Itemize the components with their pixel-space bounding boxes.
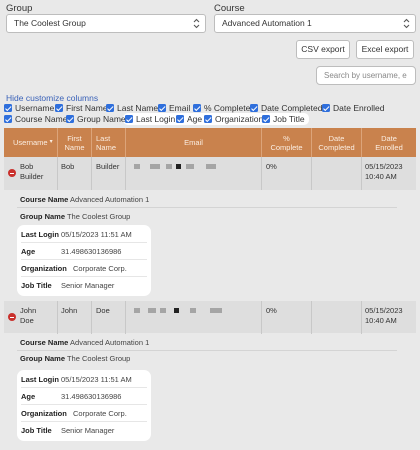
checkbox-checked-icon[interactable] <box>322 104 330 112</box>
course-select-value: Advanced Automation 1 <box>222 18 312 28</box>
detail-card: Last Login 05/15/2023 11:51 AM Age 31.4986… <box>17 225 151 296</box>
chevron-updown-icon <box>193 18 200 29</box>
detail-group-name: Group Name The Coolest Group <box>20 354 131 363</box>
csv-export-button[interactable]: CSV export <box>296 40 350 59</box>
cell-date-enrolled: 05/15/2023 10:40 AM <box>365 162 403 181</box>
cell-username: Bob Builder <box>18 157 58 190</box>
remove-row-icon[interactable] <box>8 169 16 177</box>
table-row: John Doe John Doe 0% 05/15/2023 10:40 AM <box>4 301 416 334</box>
cell-date-completed <box>312 157 362 190</box>
detail-group-name: Group Name The Coolest Group <box>20 212 131 221</box>
detail-job-title: Job Title Senior Manager <box>21 426 115 435</box>
checkbox-checked-icon[interactable] <box>55 104 63 112</box>
detail-card: Last Login 05/15/2023 11:51 AM Age 31.4986… <box>17 370 151 441</box>
cell-last-name: Builder <box>92 157 126 190</box>
header-last-name[interactable]: Last Name <box>92 128 126 157</box>
checkbox-checked-icon[interactable] <box>4 104 12 112</box>
cell-username: John Doe <box>18 301 58 334</box>
detail-course-name: Course Name Advanced Automation 1 <box>20 338 150 347</box>
cell-last-name: Doe <box>92 301 126 334</box>
header-username[interactable]: Username ▾ <box>4 128 58 157</box>
detail-course-name: Course Name Advanced Automation 1 <box>20 195 150 204</box>
table-header: Username ▾ First Name Last Name Email % Comp… <box>4 128 416 157</box>
checkbox-checked-icon[interactable] <box>262 115 270 123</box>
group-select[interactable]: The Coolest Group <box>6 14 206 33</box>
excel-export-button[interactable]: Excel export <box>356 40 414 59</box>
header-date-enrolled[interactable]: Date Enrolled <box>362 128 416 157</box>
checkbox-checked-icon[interactable] <box>158 104 166 112</box>
checkbox-checked-icon[interactable] <box>204 115 212 123</box>
detail-age: Age 31.498630136986 <box>21 243 147 260</box>
course-label: Course <box>214 3 245 14</box>
chevron-updown-icon <box>403 18 410 29</box>
checkbox-checked-icon[interactable] <box>250 104 258 112</box>
detail-age: Age 31.498630136986 <box>21 388 147 405</box>
detail-organization: Organization Corporate Corp. <box>21 405 147 422</box>
checkbox-checked-icon[interactable] <box>193 104 201 112</box>
cell-complete: 0% <box>262 301 312 334</box>
table-row: Bob Builder Bob Builder 0% 05/15/2023 10:4… <box>4 157 416 190</box>
cell-email <box>126 157 262 190</box>
header-first-name[interactable]: First Name <box>58 128 92 157</box>
detail-last-login: Last Login 05/15/2023 11:51 AM <box>21 371 147 388</box>
group-select-value: The Coolest Group <box>14 18 86 28</box>
cell-date-enrolled: 05/15/2023 10:40 AM <box>365 306 403 325</box>
cell-email <box>126 301 262 334</box>
sort-arrow-icon: ▾ <box>49 139 53 145</box>
course-select[interactable]: Advanced Automation 1 <box>214 14 416 33</box>
checkbox-checked-icon[interactable] <box>176 115 184 123</box>
hide-customize-columns-link[interactable]: Hide customize columns <box>6 93 98 103</box>
detail-job-title: Job Title Senior Manager <box>21 281 115 290</box>
search-input[interactable]: Search by username, e <box>316 66 416 85</box>
cell-first-name: Bob <box>58 157 92 190</box>
detail-last-login: Last Login 05/15/2023 11:51 AM <box>21 226 147 243</box>
header-date-completed[interactable]: Date Completed <box>312 128 362 157</box>
remove-row-icon[interactable] <box>8 313 16 321</box>
cell-first-name: John <box>58 301 92 334</box>
cell-complete: 0% <box>262 157 312 190</box>
checkbox-checked-icon[interactable] <box>66 115 74 123</box>
cell-date-completed <box>312 301 362 334</box>
checkbox-checked-icon[interactable] <box>125 115 133 123</box>
header-complete[interactable]: % Complete <box>262 128 312 157</box>
checkbox-checked-icon[interactable] <box>106 104 114 112</box>
detail-organization: Organization Corporate Corp. <box>21 260 147 277</box>
group-label: Group <box>6 3 33 14</box>
checkbox-checked-icon[interactable] <box>4 115 12 123</box>
header-email[interactable]: Email <box>126 128 262 157</box>
